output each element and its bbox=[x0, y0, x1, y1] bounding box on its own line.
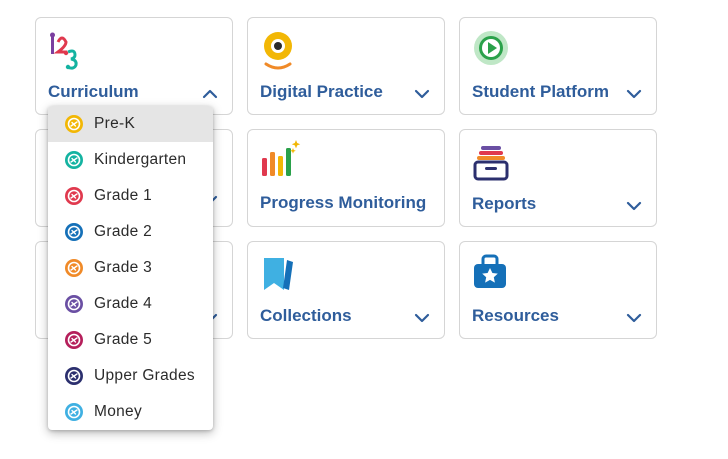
grade-menu-item[interactable]: Grade 3 bbox=[48, 250, 213, 286]
tile-resources[interactable]: Resources bbox=[459, 241, 657, 339]
grade-badge-icon bbox=[65, 115, 83, 133]
chevron-down-icon[interactable] bbox=[626, 310, 642, 326]
grade-badge-icon bbox=[65, 151, 83, 169]
grade-badge-icon bbox=[65, 367, 83, 385]
grade-badge-icon bbox=[65, 295, 83, 313]
grade-menu-item-label: Upper Grades bbox=[94, 367, 195, 384]
grade-menu-item[interactable]: Grade 1 bbox=[48, 178, 213, 214]
tile-collections[interactable]: Collections bbox=[247, 241, 445, 339]
grade-dropdown-menu: Pre-K Kindergarten Grade 1 Grade 2 Grade 3 Gr… bbox=[48, 106, 213, 430]
grade-menu-item[interactable]: Money bbox=[48, 394, 213, 430]
webcam-icon bbox=[264, 32, 292, 70]
chevron-up-icon[interactable] bbox=[202, 86, 218, 102]
grade-menu-item-label: Grade 1 bbox=[94, 187, 153, 204]
grade-badge-icon bbox=[65, 223, 83, 241]
grade-badge-icon bbox=[65, 331, 83, 349]
grade-menu-item[interactable]: Pre-K bbox=[48, 106, 213, 142]
grade-menu-item-label: Grade 5 bbox=[94, 331, 153, 348]
grade-menu-item[interactable]: Kindergarten bbox=[48, 142, 213, 178]
tile-student-platform[interactable]: Student Platform bbox=[459, 17, 657, 115]
grade-badge-icon bbox=[65, 259, 83, 277]
grade-menu-item-label: Grade 4 bbox=[94, 295, 153, 312]
tile-reports-label: Reports bbox=[472, 194, 537, 213]
bookmark-folder-icon bbox=[264, 258, 293, 290]
grade-menu-item[interactable]: Upper Grades bbox=[48, 358, 213, 394]
grade-menu-item-label: Grade 3 bbox=[94, 259, 153, 276]
grade-badge-icon bbox=[65, 403, 83, 421]
tile-curriculum[interactable]: Curriculum bbox=[35, 17, 233, 115]
tile-student-platform-label: Student Platform bbox=[472, 82, 609, 101]
grade-menu-item-label: Grade 2 bbox=[94, 223, 153, 240]
grade-menu-item[interactable]: Grade 5 bbox=[48, 322, 213, 358]
tile-curriculum-label: Curriculum bbox=[48, 82, 139, 101]
grade-menu-item[interactable]: Grade 2 bbox=[48, 214, 213, 250]
tile-resources-label: Resources bbox=[472, 306, 559, 325]
grade-menu-item[interactable]: Grade 4 bbox=[48, 286, 213, 322]
tile-digital-practice-label: Digital Practice bbox=[260, 82, 383, 101]
tile-digital-practice[interactable]: Digital Practice bbox=[247, 17, 445, 115]
chevron-down-icon[interactable] bbox=[626, 198, 642, 214]
tile-reports[interactable]: Reports bbox=[459, 129, 657, 227]
tile-progress-monitoring[interactable]: Progress Monitoring bbox=[247, 129, 445, 227]
play-circle-icon bbox=[474, 31, 508, 65]
bar-chart-icon bbox=[262, 140, 301, 176]
grade-badge-icon bbox=[65, 187, 83, 205]
chevron-down-icon[interactable] bbox=[626, 86, 642, 102]
tile-collections-label: Collections bbox=[260, 306, 352, 325]
stacked-tray-icon bbox=[473, 146, 509, 181]
grade-menu-item-label: Pre-K bbox=[94, 115, 136, 132]
grade-menu-item-label: Money bbox=[94, 403, 143, 420]
chevron-down-icon[interactable] bbox=[414, 86, 430, 102]
chevron-down-icon[interactable] bbox=[414, 310, 430, 326]
abc-123-icon bbox=[50, 32, 78, 70]
toolbox-star-icon bbox=[474, 254, 506, 288]
tile-progress-monitoring-label: Progress Monitoring bbox=[260, 193, 427, 212]
grade-menu-item-label: Kindergarten bbox=[94, 151, 187, 168]
